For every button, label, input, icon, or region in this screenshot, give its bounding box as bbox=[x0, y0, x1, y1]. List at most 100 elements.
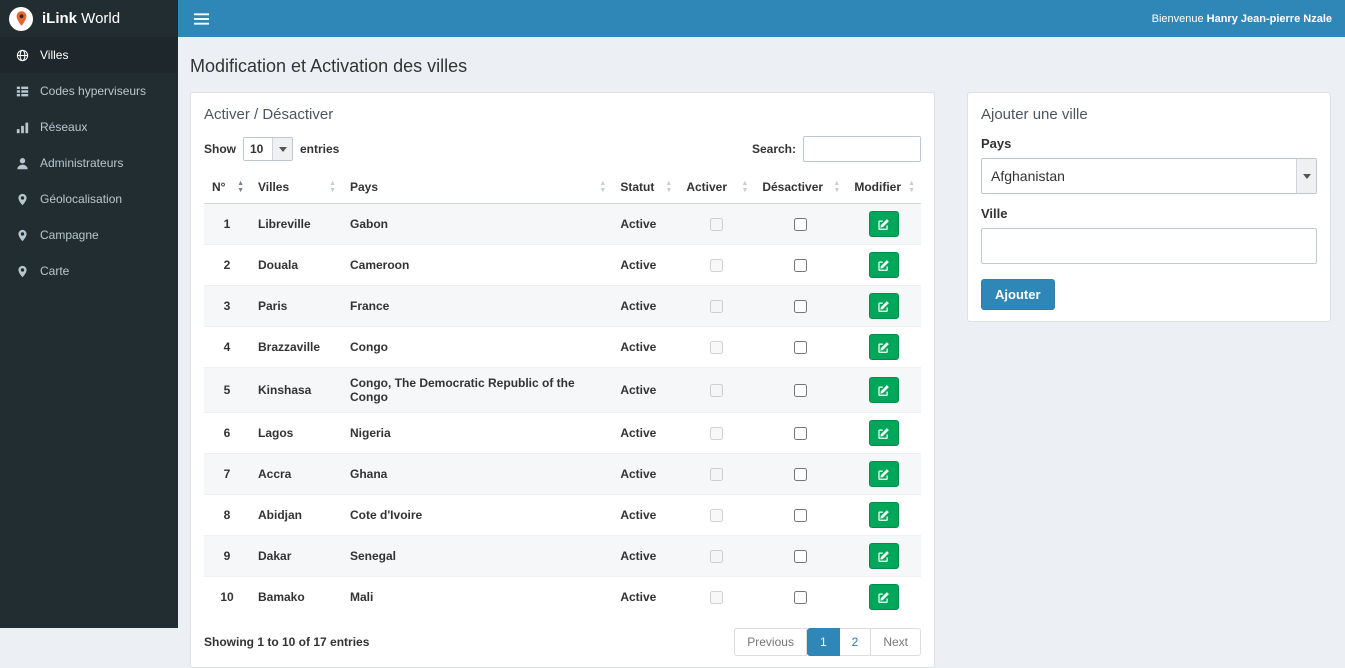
modifier-button[interactable] bbox=[869, 377, 899, 403]
cell-statut: Active bbox=[612, 495, 678, 536]
cell-num: 6 bbox=[204, 413, 250, 454]
desactiver-checkbox[interactable] bbox=[794, 259, 807, 272]
desactiver-checkbox[interactable] bbox=[794, 550, 807, 563]
column-header[interactable]: Statut bbox=[612, 171, 678, 204]
sort-icon bbox=[329, 180, 336, 194]
edit-icon bbox=[877, 384, 890, 397]
column-header[interactable]: Désactiver bbox=[754, 171, 846, 204]
modifier-button[interactable] bbox=[869, 252, 899, 278]
sidebar: Villes Codes hyperviseurs Réseaux Admini… bbox=[0, 37, 178, 628]
ville-input[interactable] bbox=[981, 228, 1317, 264]
table-row: 1 Libreville Gabon Active bbox=[204, 204, 921, 245]
map-marker-icon bbox=[15, 193, 30, 206]
app-logo[interactable]: iLink World bbox=[0, 0, 178, 37]
table-row: 7 Accra Ghana Active bbox=[204, 454, 921, 495]
pays-select[interactable]: Afghanistan bbox=[981, 158, 1317, 194]
cell-ville: Abidjan bbox=[250, 495, 342, 536]
search-control: Search: bbox=[752, 136, 921, 162]
cell-ville: Accra bbox=[250, 454, 342, 495]
modifier-button[interactable] bbox=[869, 420, 899, 446]
edit-icon bbox=[877, 550, 890, 563]
page-title: Modification et Activation des villes bbox=[190, 56, 1331, 77]
modifier-button[interactable] bbox=[869, 293, 899, 319]
cell-statut: Active bbox=[612, 577, 678, 618]
page-number-button[interactable]: 1 bbox=[807, 628, 840, 656]
column-header[interactable]: Activer bbox=[678, 171, 754, 204]
sidebar-item-villes[interactable]: Villes bbox=[0, 37, 178, 73]
column-header[interactable]: Modifier bbox=[846, 171, 921, 204]
cell-num: 1 bbox=[204, 204, 250, 245]
sort-icon bbox=[833, 180, 840, 194]
cell-statut: Active bbox=[612, 413, 678, 454]
edit-icon bbox=[877, 259, 890, 272]
villes-panel: Activer / Désactiver Show 10 entries Sea… bbox=[190, 92, 935, 668]
sidebar-item-codes-hyperviseurs[interactable]: Codes hyperviseurs bbox=[0, 73, 178, 109]
previous-page-button[interactable]: Previous bbox=[734, 628, 807, 656]
desactiver-checkbox[interactable] bbox=[794, 300, 807, 313]
villes-table-head-row: N° Villes Pays Statut Activer Désactiver… bbox=[204, 171, 921, 204]
map-marker-icon bbox=[15, 265, 30, 278]
activer-checkbox bbox=[710, 218, 723, 231]
sidebar-item-administrateurs[interactable]: Administrateurs bbox=[0, 145, 178, 181]
cell-pays: France bbox=[342, 286, 612, 327]
cell-ville: Douala bbox=[250, 245, 342, 286]
desactiver-checkbox[interactable] bbox=[794, 591, 807, 604]
sort-icon bbox=[908, 180, 915, 194]
desactiver-checkbox[interactable] bbox=[794, 218, 807, 231]
brand-title: iLink World bbox=[42, 10, 120, 27]
cell-ville: Libreville bbox=[250, 204, 342, 245]
cell-ville: Brazzaville bbox=[250, 327, 342, 368]
cell-ville: Lagos bbox=[250, 413, 342, 454]
sidebar-item-campagne[interactable]: Campagne bbox=[0, 217, 178, 253]
modifier-button[interactable] bbox=[869, 211, 899, 237]
edit-icon bbox=[877, 509, 890, 522]
activer-checkbox bbox=[710, 384, 723, 397]
desactiver-checkbox[interactable] bbox=[794, 341, 807, 354]
desactiver-checkbox[interactable] bbox=[794, 468, 807, 481]
activer-checkbox bbox=[710, 509, 723, 522]
table-row: 10 Bamako Mali Active bbox=[204, 577, 921, 618]
modifier-button[interactable] bbox=[869, 502, 899, 528]
cell-num: 3 bbox=[204, 286, 250, 327]
table-row: 6 Lagos Nigeria Active bbox=[204, 413, 921, 454]
villes-table: N° Villes Pays Statut Activer Désactiver… bbox=[204, 171, 921, 617]
cell-statut: Active bbox=[612, 454, 678, 495]
column-header[interactable]: N° bbox=[204, 171, 250, 204]
ajouter-button[interactable]: Ajouter bbox=[981, 279, 1055, 310]
sort-icon bbox=[599, 180, 606, 194]
activer-checkbox bbox=[710, 341, 723, 354]
top-navbar: Bienvenue Hanry Jean-pierre Nzale bbox=[178, 0, 1345, 37]
map-marker-icon bbox=[15, 229, 30, 242]
sidebar-item-g-olocalisation[interactable]: Géolocalisation bbox=[0, 181, 178, 217]
entries-label: entries bbox=[300, 142, 339, 156]
search-input[interactable] bbox=[803, 136, 921, 162]
modifier-button[interactable] bbox=[869, 584, 899, 610]
cell-pays: Gabon bbox=[342, 204, 612, 245]
activer-checkbox bbox=[710, 591, 723, 604]
logo-icon bbox=[9, 7, 33, 31]
activer-checkbox bbox=[710, 550, 723, 563]
desactiver-checkbox[interactable] bbox=[794, 384, 807, 397]
page-length-select[interactable]: 10 bbox=[243, 137, 293, 161]
desactiver-checkbox[interactable] bbox=[794, 427, 807, 440]
cell-pays: Congo bbox=[342, 327, 612, 368]
sidebar-item-carte[interactable]: Carte bbox=[0, 253, 178, 289]
top-header: iLink World Bienvenue Hanry Jean-pierre … bbox=[0, 0, 1345, 37]
page-number-button[interactable]: 2 bbox=[839, 628, 872, 656]
column-header[interactable]: Villes bbox=[250, 171, 342, 204]
menu-toggle-icon[interactable] bbox=[191, 9, 212, 29]
next-page-button[interactable]: Next bbox=[870, 628, 921, 656]
activer-checkbox bbox=[710, 259, 723, 272]
column-header[interactable]: Pays bbox=[342, 171, 612, 204]
modifier-button[interactable] bbox=[869, 461, 899, 487]
modifier-button[interactable] bbox=[869, 543, 899, 569]
desactiver-checkbox[interactable] bbox=[794, 509, 807, 522]
edit-icon bbox=[877, 218, 890, 231]
main-content: Modification et Activation des villes Ac… bbox=[178, 37, 1345, 668]
modifier-button[interactable] bbox=[869, 334, 899, 360]
cell-pays: Senegal bbox=[342, 536, 612, 577]
sidebar-item-r-seaux[interactable]: Réseaux bbox=[0, 109, 178, 145]
cell-num: 5 bbox=[204, 368, 250, 413]
table-row: 8 Abidjan Cote d'Ivoire Active bbox=[204, 495, 921, 536]
edit-icon bbox=[877, 591, 890, 604]
